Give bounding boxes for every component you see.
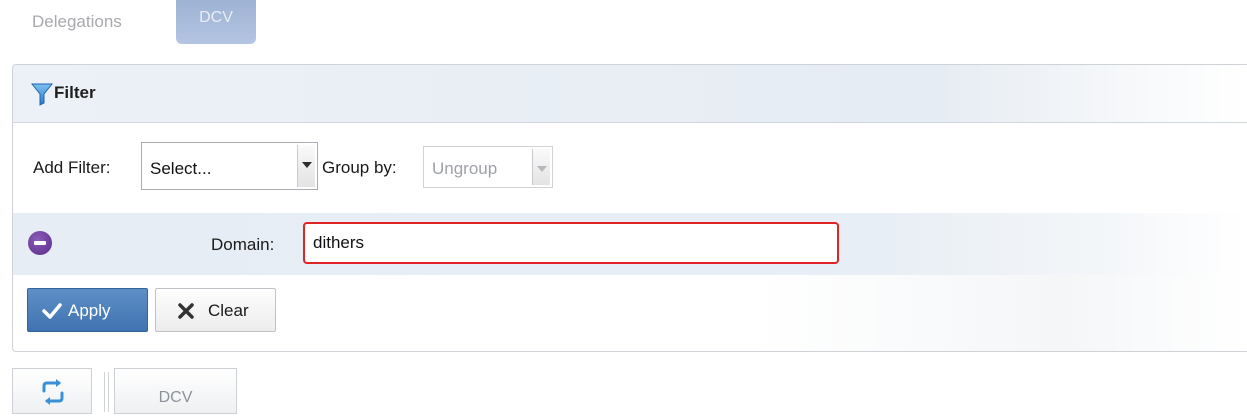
clear-label: Clear [208,301,249,320]
tab-bar: Delegations DCV [0,0,1247,52]
clear-button[interactable]: Clear [155,288,276,332]
check-icon [42,303,62,319]
minus-circle-icon[interactable] [28,231,52,255]
domain-input[interactable] [303,222,839,264]
refresh-icon [42,379,64,405]
filter-actions-row: Apply Clear [13,275,1247,351]
group-by-label: Group by: [322,158,397,177]
dcv-button[interactable]: DCV [114,368,237,414]
toolbar-divider [108,372,109,412]
domain-filter-row: Domain: [13,213,1247,275]
chevron-down-icon[interactable] [532,149,550,185]
filter-header[interactable]: Filter [13,65,1247,123]
add-filter-row: Add Filter: Select... Group by: Ungroup [13,123,1247,213]
add-filter-select-value: Select... [150,159,212,178]
group-by-select-value: Ungroup [432,159,498,178]
filter-panel: Filter Add Filter: Select... Group by: U… [12,64,1247,352]
toolbar-divider [104,372,105,412]
tab-delegations[interactable]: Delegations [32,12,122,32]
chevron-down-icon[interactable] [297,145,315,187]
domain-label: Domain: [211,235,275,254]
apply-button[interactable]: Apply [27,288,148,332]
tab-dcv[interactable]: DCV [176,0,256,44]
add-filter-label: Add Filter: [33,158,111,177]
apply-label: Apply [68,301,111,320]
group-by-select[interactable]: Ungroup [423,146,553,188]
refresh-button[interactable] [12,368,92,414]
x-icon [178,303,194,319]
filter-title: Filter [54,83,96,102]
add-filter-select[interactable]: Select... [141,142,318,190]
funnel-icon [31,83,53,106]
